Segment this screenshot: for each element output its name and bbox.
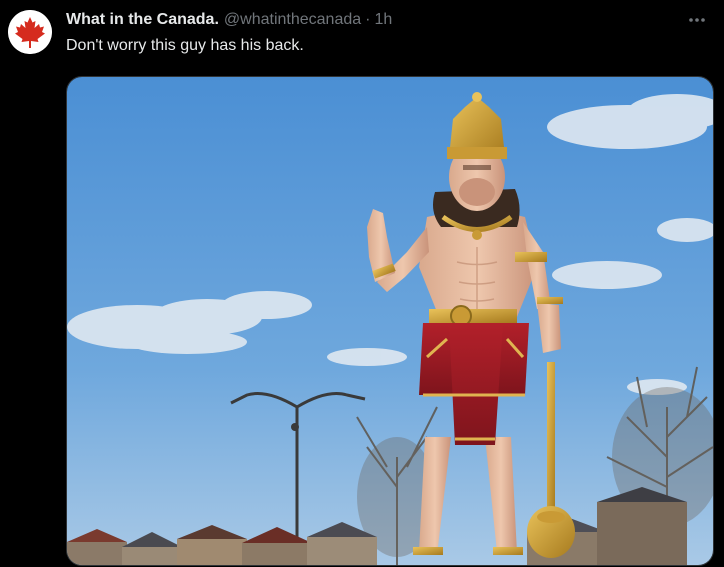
separator-dot: · [365,11,371,28]
user-handle[interactable]: @whatinthecanada [224,11,361,29]
timestamp[interactable]: 1h [374,11,392,29]
more-dots-icon [689,18,705,22]
display-name[interactable]: What in the Canada. [66,11,219,29]
tweet-media-image[interactable] [66,76,714,566]
statue-photo [67,77,713,565]
tweet-text: Don't worry this guy has his back. [66,37,304,54]
more-options-button[interactable] [684,10,710,30]
tweet-header: What in the Canada. @whatinthecanada · 1… [66,9,392,31]
avatar[interactable] [8,10,52,54]
maple-leaf-icon [8,10,52,54]
